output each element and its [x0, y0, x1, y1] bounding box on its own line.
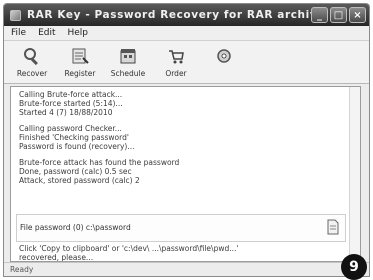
log-panel[interactable]: Calling Brute-force attack... Brute-forc…: [10, 86, 361, 262]
log-line: Password is found (recovery)...: [19, 142, 135, 151]
menu-bar: File Edit Help: [4, 26, 369, 40]
settings-button[interactable]: [202, 41, 246, 83]
app-icon: [10, 9, 21, 21]
order-button[interactable]: Order: [154, 41, 198, 83]
status-bar: Ready: [4, 262, 369, 276]
window-title: RAR Key - Password Recovery for RAR arch…: [27, 9, 311, 21]
log-line: Finished 'Checking password': [19, 133, 129, 142]
recover-label: Recover: [16, 69, 48, 78]
maximize-button[interactable]: □: [330, 7, 347, 23]
log-lines: Calling Brute-force attack... Brute-forc…: [19, 90, 346, 185]
log-line: Done, password (calc) 0.5 sec: [19, 167, 132, 176]
app-window: RAR Key - Password Recovery for RAR arch…: [3, 3, 370, 277]
password-result-box[interactable]: File password (0) c:\password: [16, 214, 346, 242]
password-found-text: File password (0) c:\password: [20, 223, 131, 232]
log-line: Brute-force attack has found the passwor…: [19, 158, 180, 167]
order-icon: [169, 50, 184, 64]
page-number-badge: 9: [341, 254, 367, 280]
log-line: recovered, please...: [19, 253, 94, 262]
schedule-button[interactable]: Schedule: [106, 41, 150, 83]
order-label: Order: [165, 69, 187, 78]
log-line: Brute-force started (5:14)...: [19, 99, 123, 108]
schedule-label: Schedule: [110, 69, 146, 78]
title-bar[interactable]: RAR Key - Password Recovery for RAR arch…: [4, 4, 369, 26]
settings-icon: [217, 49, 231, 63]
log-tail: Click 'Copy to clipboard' or 'c:\dev\ ..…: [19, 244, 346, 262]
toolbar: Recover Register Schedule Order: [4, 40, 369, 84]
register-icon: [72, 48, 89, 64]
log-line: Click 'Copy to clipboard' or 'c:\dev\ ..…: [19, 244, 239, 253]
document-icon[interactable]: [327, 219, 339, 235]
recover-button[interactable]: Recover: [10, 41, 54, 83]
log-line: Started 4 (7) 18/88/2010: [19, 108, 113, 117]
recover-icon: [24, 48, 38, 66]
menu-file[interactable]: File: [11, 28, 26, 38]
status-text: Ready: [10, 265, 34, 274]
menu-edit[interactable]: Edit: [38, 28, 55, 38]
log-line: Attack, stored password (calc) 2: [19, 176, 140, 185]
log-line: Calling Brute-force attack...: [19, 90, 123, 99]
vertical-scrollbar[interactable]: [349, 87, 360, 261]
register-button[interactable]: Register: [58, 41, 102, 83]
schedule-icon: [120, 49, 136, 64]
menu-help[interactable]: Help: [68, 28, 89, 38]
register-label: Register: [64, 69, 96, 78]
close-button[interactable]: ×: [349, 7, 366, 23]
minimize-button[interactable]: _: [311, 7, 328, 23]
log-line: Calling password Checker...: [19, 124, 122, 133]
